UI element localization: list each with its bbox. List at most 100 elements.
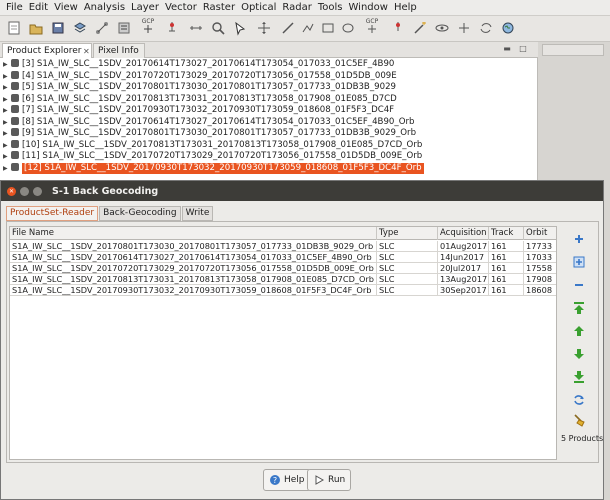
- product-row-selected[interactable]: ▶ [12] S1A_IW_SLC__1SDV_20170930T173032_2…: [0, 162, 538, 175]
- expand-arrow-icon[interactable]: ▶: [3, 128, 11, 140]
- save-icon[interactable]: [50, 20, 66, 36]
- pin-tool-icon[interactable]: [164, 20, 180, 36]
- menu-analysis[interactable]: Analysis: [81, 2, 128, 13]
- eye-tool-icon[interactable]: [434, 20, 450, 36]
- draw-rectangle-icon[interactable]: [320, 20, 336, 36]
- minimize-window-icon[interactable]: [20, 186, 29, 196]
- tab-pixel-info[interactable]: Pixel Info: [93, 43, 145, 58]
- expand-arrow-icon[interactable]: ▶: [3, 105, 11, 117]
- move-down-button[interactable]: [571, 346, 587, 362]
- menu-file[interactable]: File: [3, 2, 26, 13]
- product-icon: [11, 105, 19, 113]
- refresh-button[interactable]: [571, 392, 587, 408]
- table-row[interactable]: S1A_IW_SLC__1SDV_20170801T173030_2017080…: [10, 241, 556, 252]
- zoom-tool-icon[interactable]: [210, 20, 226, 36]
- tab-write[interactable]: Write: [181, 206, 214, 221]
- tab-product-explorer[interactable]: Product Explorer ✕: [2, 43, 92, 58]
- range-finder-icon[interactable]: [188, 20, 204, 36]
- run-button[interactable]: Run: [307, 469, 352, 491]
- column-header-file-name[interactable]: File Name: [10, 227, 377, 240]
- close-window-icon[interactable]: ✕: [7, 186, 16, 196]
- gcp-tool-icon[interactable]: GCP: [140, 18, 156, 36]
- minimize-panel-icon[interactable]: ▬: [502, 44, 512, 54]
- batch-icon[interactable]: [116, 20, 132, 36]
- add-product-button[interactable]: [571, 231, 587, 247]
- gcp-placing-icon[interactable]: GCP: [364, 18, 380, 36]
- product-row[interactable]: ▶ [10] S1A_IW_SLC__1SDV_20170813T173031_2…: [0, 139, 538, 152]
- product-row[interactable]: ▶ [4] S1A_IW_SLC__1SDV_20170720T173029_20…: [0, 70, 538, 83]
- expand-arrow-icon[interactable]: ▶: [3, 71, 11, 83]
- close-icon[interactable]: ✕: [83, 47, 90, 56]
- sync-views-icon[interactable]: [478, 20, 494, 36]
- layer-icon[interactable]: [72, 20, 88, 36]
- clear-button[interactable]: [571, 412, 587, 428]
- dialog-title-bar[interactable]: ✕ S-1 Back Geocoding: [1, 181, 603, 201]
- toolbar: GCP GCP: [0, 16, 610, 42]
- menu-window[interactable]: Window: [346, 2, 391, 13]
- expand-arrow-icon[interactable]: ▶: [3, 59, 11, 71]
- product-row[interactable]: ▶ [5] S1A_IW_SLC__1SDV_20170801T173030_20…: [0, 82, 538, 94]
- cell-acquisition: 13Aug2017: [440, 274, 489, 285]
- remove-product-button[interactable]: [571, 277, 587, 293]
- menu-tools[interactable]: Tools: [315, 2, 346, 13]
- column-header-track[interactable]: Track: [489, 227, 524, 240]
- select-tool-icon[interactable]: [232, 20, 248, 36]
- graph-icon[interactable]: [94, 20, 110, 36]
- move-bottom-button[interactable]: [571, 369, 587, 385]
- expand-arrow-icon[interactable]: ▶: [3, 140, 11, 152]
- product-row[interactable]: ▶ [9] S1A_IW_SLC__1SDV_20170801T173030_20…: [0, 128, 538, 140]
- expand-arrow-icon[interactable]: ▶: [3, 163, 11, 175]
- cell-track: 161: [489, 241, 524, 252]
- menu-vector[interactable]: Vector: [162, 2, 200, 13]
- product-row[interactable]: ▶ [11] S1A_IW_SLC__1SDV_20170720T173029_2…: [0, 151, 538, 163]
- menu-help[interactable]: Help: [391, 2, 420, 13]
- expand-arrow-icon[interactable]: ▶: [3, 151, 11, 163]
- draw-polyline-icon[interactable]: [300, 20, 316, 36]
- pan-tool-icon[interactable]: [256, 20, 272, 36]
- maximize-panel-icon[interactable]: □: [518, 44, 528, 54]
- menu-radar[interactable]: Radar: [279, 2, 314, 13]
- add-opened-button[interactable]: [571, 254, 587, 270]
- product-icon: [11, 82, 19, 90]
- tab-productset-reader[interactable]: ProductSet-Reader: [6, 206, 99, 221]
- new-file-icon[interactable]: [6, 20, 22, 36]
- tab-back-geocoding[interactable]: Back-Geocoding: [99, 206, 181, 221]
- move-top-button[interactable]: [571, 300, 587, 316]
- magic-wand-icon[interactable]: [412, 20, 428, 36]
- table-row[interactable]: S1A_IW_SLC__1SDV_20170614T173027_2017061…: [10, 252, 556, 263]
- product-row[interactable]: ▶ [6] S1A_IW_SLC__1SDV_20170813T173031_20…: [0, 93, 538, 106]
- right-panel-tab[interactable]: [542, 44, 604, 56]
- cell-acquisition: 20Jul2017: [438, 263, 489, 274]
- cell-orbit: 17033: [526, 252, 553, 262]
- cell-track: 161: [489, 263, 524, 274]
- column-header-orbit[interactable]: Orbit: [524, 227, 556, 240]
- cell-orbit: 17558: [526, 263, 553, 273]
- table-row[interactable]: S1A_IW_SLC__1SDV_20170720T173029_2017072…: [10, 263, 556, 274]
- open-folder-icon[interactable]: [28, 20, 44, 36]
- table-side-buttons: 5 Products: [561, 226, 603, 460]
- move-up-button[interactable]: [571, 323, 587, 339]
- table-row[interactable]: S1A_IW_SLC__1SDV_20170930T173032_2017093…: [10, 285, 556, 296]
- product-icon: [11, 128, 19, 136]
- menu-edit[interactable]: Edit: [26, 2, 51, 13]
- expand-arrow-icon[interactable]: ▶: [3, 94, 11, 106]
- menu-optical[interactable]: Optical: [238, 2, 279, 13]
- product-row[interactable]: ▶ [7] S1A_IW_SLC__1SDV_20170930T173032_20…: [0, 105, 538, 117]
- pin-placing-icon[interactable]: [390, 20, 406, 36]
- world-map-icon[interactable]: [500, 20, 516, 36]
- sync-cursor-icon[interactable]: [456, 20, 472, 36]
- column-header-acquisition[interactable]: Acquisition: [438, 227, 489, 240]
- product-row[interactable]: ▶ [3] S1A_IW_SLC__1SDV_20170614T173027_20…: [0, 59, 538, 71]
- expand-arrow-icon[interactable]: ▶: [3, 117, 11, 129]
- column-header-type[interactable]: Type: [377, 227, 438, 240]
- menu-raster[interactable]: Raster: [200, 2, 238, 13]
- expand-arrow-icon[interactable]: ▶: [3, 82, 11, 94]
- help-button[interactable]: ? Help: [263, 469, 311, 491]
- table-row[interactable]: S1A_IW_SLC__1SDV_20170813T173031_2017081…: [10, 274, 556, 285]
- draw-line-icon[interactable]: [280, 20, 296, 36]
- menu-view[interactable]: View: [51, 2, 81, 13]
- draw-ellipse-icon[interactable]: [340, 20, 356, 36]
- maximize-window-icon[interactable]: [33, 186, 42, 196]
- product-row[interactable]: ▶ [8] S1A_IW_SLC__1SDV_20170614T173027_20…: [0, 116, 538, 129]
- menu-layer[interactable]: Layer: [128, 2, 162, 13]
